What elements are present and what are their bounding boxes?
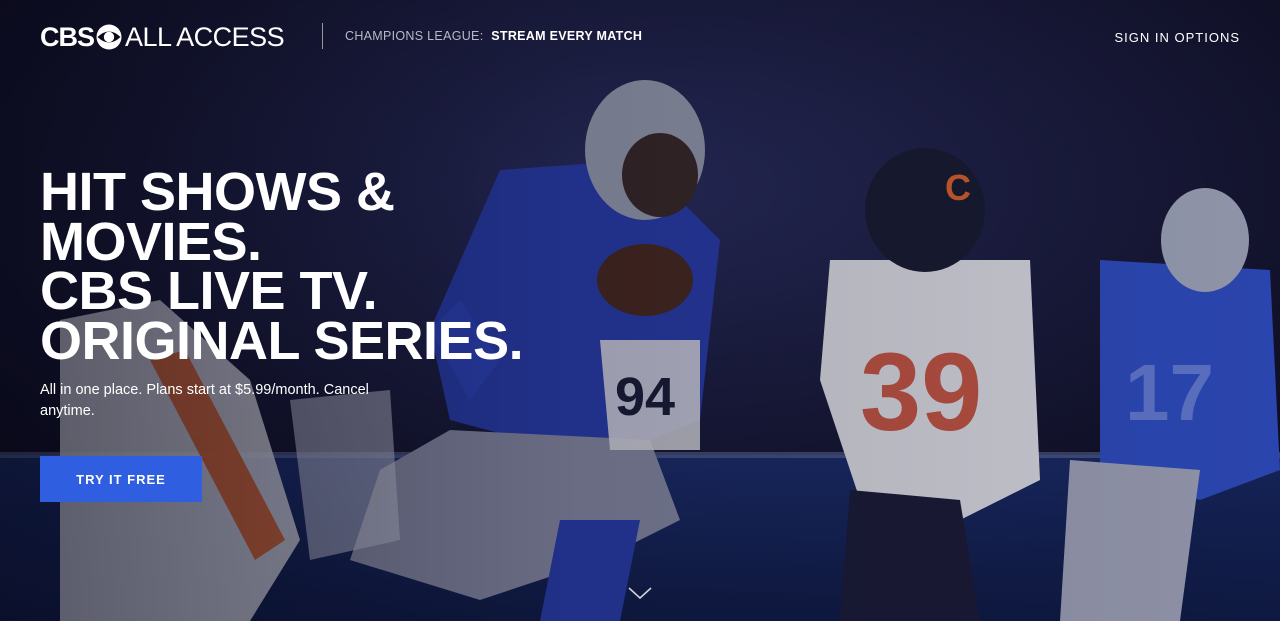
hero-headline: HIT SHOWS & MOVIES. CBS LIVE TV. ORIGINA… bbox=[40, 162, 524, 372]
try-it-free-button[interactable]: TRY IT FREE bbox=[40, 456, 202, 502]
promo-label: CHAMPIONS LEAGUE: bbox=[345, 29, 484, 43]
sign-in-options-link[interactable]: SIGN IN OPTIONS bbox=[1114, 30, 1240, 45]
header-divider bbox=[322, 23, 323, 49]
hero-section: 39 C 94 17 CBS ALL ACCESS CHAMPIONS LEAG bbox=[0, 0, 1280, 621]
hero-subcopy: All in one place. Plans start at $5.99/m… bbox=[40, 382, 369, 420]
promo-banner: CHAMPIONS LEAGUE: STREAM EVERY MATCH bbox=[345, 29, 642, 43]
headline-line: ORIGINAL SERIES. bbox=[40, 311, 524, 372]
cbs-all-access-logo[interactable]: CBS ALL ACCESS bbox=[40, 21, 285, 52]
cbs-eye-icon bbox=[96, 24, 122, 50]
promo-link[interactable]: STREAM EVERY MATCH bbox=[491, 29, 642, 43]
headline-line: CBS LIVE TV. bbox=[40, 261, 378, 322]
chevron-down-icon[interactable] bbox=[627, 585, 653, 601]
logo-wordmark-cbs: CBS bbox=[40, 21, 95, 52]
headline-line: MOVIES. bbox=[40, 211, 262, 272]
top-bar: CBS ALL ACCESS CHAMPIONS LEAGUE: STREAM … bbox=[0, 0, 1280, 74]
headline-line: HIT SHOWS & bbox=[40, 162, 395, 222]
logo-wordmark-all-access: ALL ACCESS bbox=[125, 21, 285, 52]
